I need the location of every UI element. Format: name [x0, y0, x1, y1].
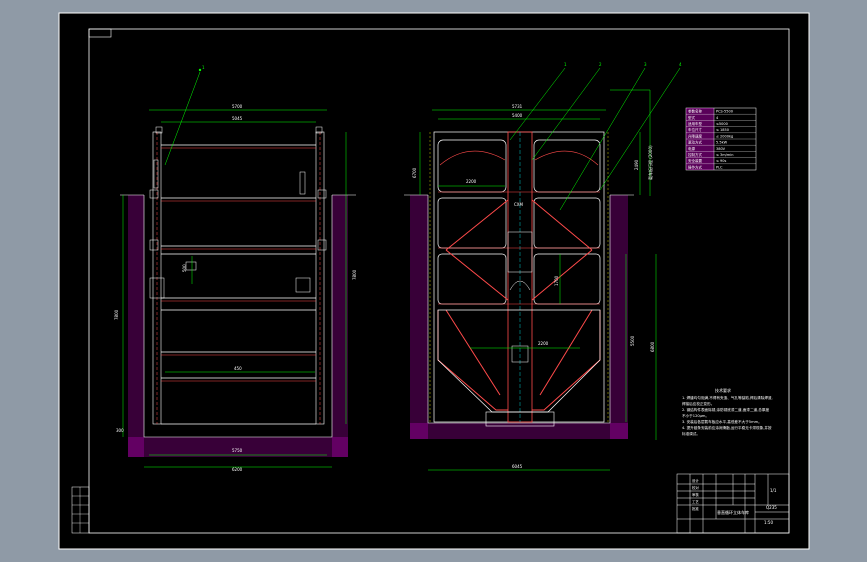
right-note: CXM: [514, 202, 524, 207]
right-note-side: 载车板行程 (2000): [647, 145, 653, 180]
note-line: 2. 钢结构件表面除锈,涂防锈底漆二道,面漆二道,总厚度: [682, 407, 769, 412]
left-bottom-gap: 300: [116, 428, 124, 433]
note-line: 1. 焊缝均匀饱满,不得有夹渣、气孔等缺陷,焊后清除焊渣,: [682, 395, 773, 400]
cad-drawing-canvas: 1 5700 5045 7800 7800 300 5750 6200 450 …: [58, 12, 810, 550]
left-width-inner: 5045: [232, 116, 243, 121]
spec-value: 380V: [716, 147, 726, 151]
left-height-total: 7800: [352, 269, 357, 280]
right-height-right-upper: 2490: [634, 159, 639, 170]
right-width-bottom: 6045: [512, 464, 523, 469]
right-mid-width: 2200: [466, 179, 477, 184]
left-height-upper: 7800: [114, 309, 119, 320]
spec-value: 5.5kW: [716, 141, 728, 145]
title-block-row-label: 审核: [692, 492, 699, 497]
note-line: 4. 提升链条安装前应涂润滑脂,运行平稳无卡滞现象,并按: [682, 425, 772, 430]
note-line: 焊接后应校正变形。: [682, 401, 714, 406]
left-mid-label: 500: [182, 264, 187, 272]
spec-label: 适用车型: [688, 121, 702, 126]
title-block-row-label: 批准: [692, 506, 699, 511]
right-height-left: 6700: [412, 167, 417, 178]
left-width-bottom-1: 5750: [232, 448, 243, 453]
note-line: 不小于120μm。: [682, 413, 709, 418]
right-lower-width: 2200: [538, 341, 549, 346]
spec-value: ≤ 1850: [716, 128, 729, 132]
title-block-row-label: 工艺: [692, 499, 699, 504]
spec-label: 升降速度: [688, 133, 702, 138]
note-line: 3. 安装后各层载车板应水平,高低差不大于5mm。: [682, 419, 762, 424]
title-block-row-label: 校对: [692, 485, 699, 490]
spec-value: PCS-5500: [716, 110, 733, 114]
left-floor-label: 450: [234, 366, 242, 371]
right-lower-height-3: 6800: [650, 341, 655, 352]
spec-value: ≤ 3m/min: [716, 153, 733, 157]
sheet-number: 1/1: [770, 488, 777, 493]
spec-label: 安全装置: [688, 158, 702, 163]
material: Q235: [766, 505, 777, 510]
right-lower-height-2: 5500: [630, 335, 635, 346]
spec-value: ≤ 2000kg: [716, 134, 733, 138]
right-width-top: 5731: [512, 104, 523, 109]
notes-title: 技术要求: [715, 387, 731, 393]
right-width-inner: 5400: [512, 113, 523, 118]
spec-label: 控制方式: [688, 152, 702, 157]
spec-label: 车位尺寸: [688, 127, 702, 132]
left-width-top: 5700: [232, 104, 243, 109]
spec-label: 操作方式: [688, 164, 702, 169]
spec-label: 型式: [688, 115, 696, 120]
spec-label: 参数名称: [688, 109, 702, 114]
spec-value: ≤ 90s: [716, 159, 726, 163]
right-lower-height-1: 1700: [554, 275, 559, 286]
scale: 1:50: [764, 520, 773, 525]
spec-value: PLC: [716, 165, 723, 169]
spec-label: 驱动方式: [688, 140, 702, 145]
spec-label: 电源: [688, 146, 696, 151]
title-block-row-label: 设计: [692, 478, 699, 483]
note-line: 标准调试。: [682, 431, 700, 436]
spec-value: ≤5000: [716, 122, 728, 126]
left-width-bottom-2: 6200: [232, 467, 243, 472]
drawing-name: 垂直循环立体车库: [717, 509, 749, 515]
